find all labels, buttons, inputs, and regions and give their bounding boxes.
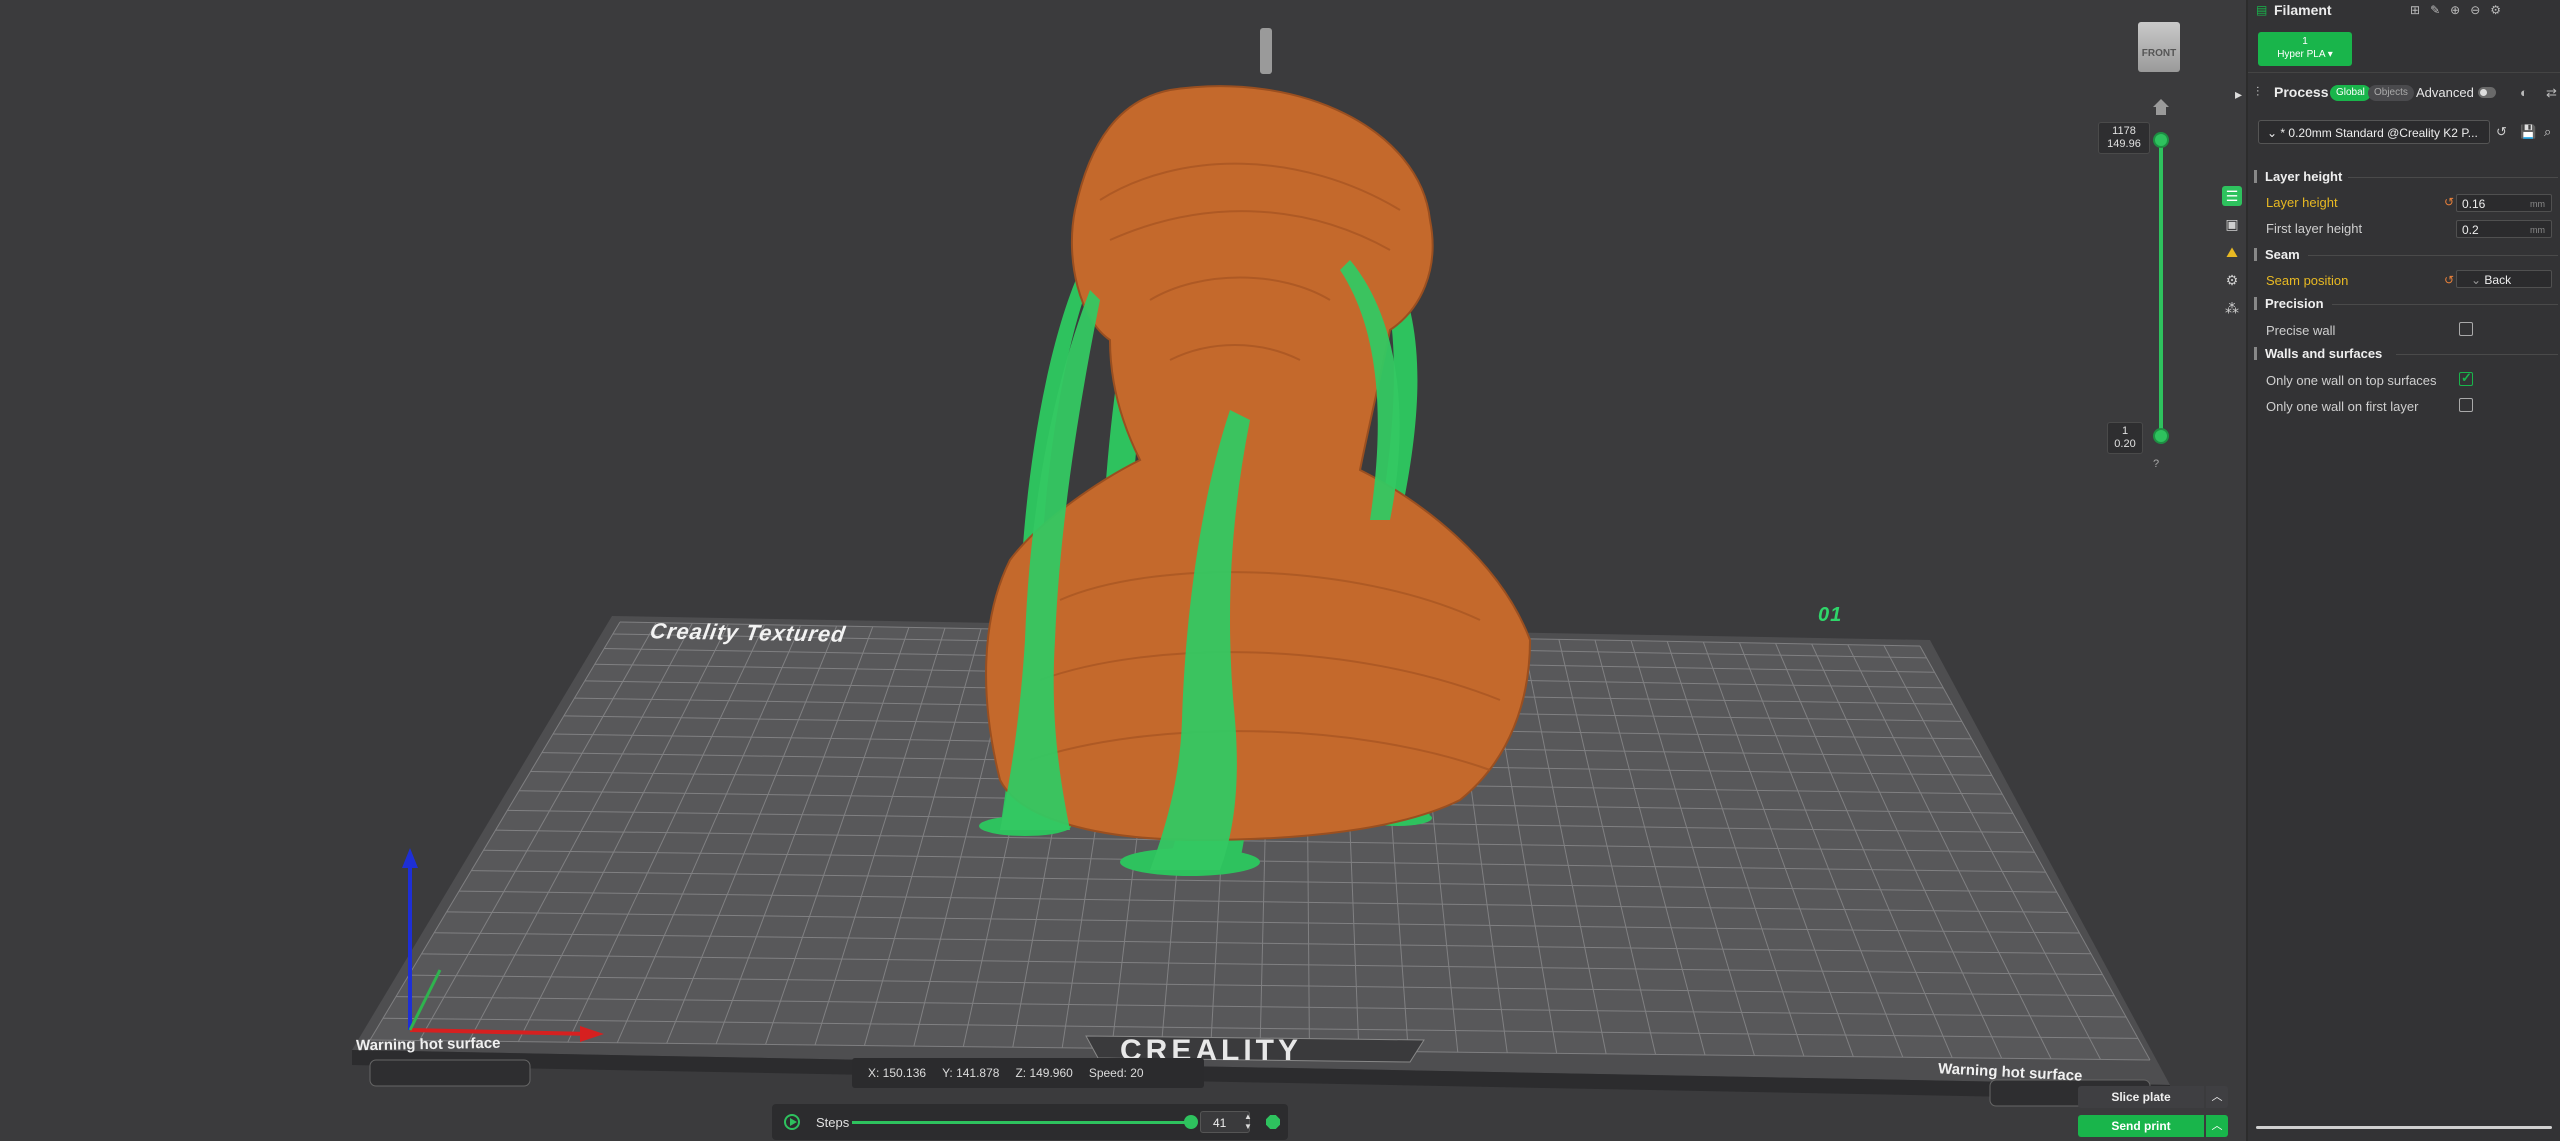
settings-icon[interactable]: ⚙ [2222, 270, 2242, 290]
filament-icon: ▤ [2256, 3, 2268, 17]
scene-render [352, 28, 2170, 1107]
layer-slider-top-knob[interactable] [2153, 132, 2169, 148]
one-wall-top-checkbox[interactable] [2459, 370, 2473, 386]
first-layer-height-value: 0.2 [2462, 223, 2479, 237]
layer-bottom-number: 1 [2121, 425, 2129, 437]
panel-scrollbar[interactable] [2256, 1126, 2552, 1129]
paint-icon[interactable]: ⛰ [2222, 242, 2242, 262]
view-cube[interactable]: FRONT [2138, 22, 2180, 72]
slider-help-icon[interactable]: ? [2153, 458, 2159, 470]
first-layer-height-input[interactable]: 0.2 mm [2456, 220, 2552, 238]
slice-plate-button[interactable]: Slice plate [2078, 1086, 2204, 1108]
process-icon: ⫶ [2256, 84, 2260, 99]
one-wall-top-label: Only one wall on top surfaces [2266, 373, 2437, 388]
layer-height-unit: mm [2530, 199, 2545, 209]
layer-slider-bottom-knob[interactable] [2153, 428, 2169, 444]
slice-dropdown-icon[interactable]: ︿ [2206, 1086, 2228, 1108]
coord-y: Y: 141.878 [942, 1066, 1000, 1080]
steps-spinner-icon[interactable]: ▲ ▼ [1244, 1112, 1252, 1132]
send-print-button[interactable]: Send print [2078, 1115, 2204, 1137]
search-icon[interactable]: ⌕ [2544, 124, 2551, 140]
seam-chevron-icon: ⌄ [2471, 273, 2485, 287]
home-icon[interactable] [2150, 96, 2172, 118]
send-dropdown-icon[interactable]: ︿ [2206, 1115, 2228, 1137]
filament-sync-icon[interactable]: ⊞ [2410, 3, 2420, 17]
layer-slider-track[interactable] [2159, 140, 2163, 436]
plate-number: 01 [1818, 604, 1843, 626]
precise-wall-label: Precise wall [2266, 323, 2336, 338]
collapse-panel-icon[interactable]: ▸ [2235, 86, 2242, 103]
objects-icon[interactable]: ⁂ [2222, 298, 2242, 318]
play-icon[interactable] [784, 1114, 800, 1130]
seam-position-label: Seam position [2266, 273, 2349, 288]
z-axis-arrow [402, 848, 418, 868]
settings-panel: ▤ Filament ⊞ ✎ ⊕ ⊖ ⚙ 1 Hyper PLA ▾ ⫶ Pro… [2246, 0, 2560, 1141]
section-walls: Walls and surfaces [2254, 347, 2382, 360]
stop-icon[interactable] [1266, 1115, 1280, 1129]
plate-view-icon[interactable]: ▣ [2222, 214, 2242, 234]
seam-position-dropdown[interactable]: ⌄ Back [2456, 270, 2552, 288]
side-toolbar: ☰ ▣ ⛰ ⚙ ⁂ [2222, 186, 2244, 326]
steps-value-input[interactable]: 41 [1200, 1111, 1250, 1133]
advanced-toggle[interactable] [2478, 87, 2496, 98]
section-layer-height: Layer height [2254, 170, 2342, 183]
coordinates-bar: X: 150.136 Y: 141.878 Z: 149.960 Speed: … [852, 1058, 1204, 1088]
coord-z: Z: 149.960 [1015, 1066, 1073, 1080]
one-wall-first-checkbox[interactable] [2459, 398, 2473, 412]
objects-tab[interactable]: Objects [2368, 85, 2414, 101]
layer-bottom-tag: 1 0.20 [2107, 422, 2143, 454]
section-precision: Precision [2254, 297, 2324, 310]
fingerprint-pad-left [369, 1059, 531, 1087]
first-layer-height-label: First layer height [2266, 221, 2363, 236]
layer-top-height: 149.96 [2107, 138, 2141, 150]
warning-left: Warning hot surface [355, 1034, 501, 1055]
steps-slider-track[interactable] [852, 1121, 1192, 1124]
process-preset-dropdown[interactable]: ⌄ * 0.20mm Standard @Creality K2 P... [2258, 120, 2490, 144]
plate-name: Creality Textured [648, 618, 848, 647]
steps-label: Steps [816, 1115, 850, 1130]
save-preset-icon[interactable]: 💾 [2520, 124, 2536, 140]
one-wall-first-label: Only one wall on first layer [2266, 399, 2419, 414]
section-seam: Seam [2254, 248, 2300, 261]
filament-add-icon[interactable]: ⊕ [2450, 3, 2460, 17]
precise-wall-checkbox[interactable] [2459, 322, 2473, 336]
first-layer-height-unit: mm [2530, 225, 2545, 235]
filament-index: 1 [2302, 36, 2308, 47]
seam-position-value: Back [2484, 273, 2512, 287]
filament-name: Hyper PLA ▾ [2277, 49, 2333, 60]
layer-top-number: 1178 [2112, 125, 2136, 137]
coord-speed: Speed: 20 [1088, 1066, 1144, 1080]
layer-height-label: Layer height [2266, 195, 2338, 210]
advanced-label: Advanced [2416, 85, 2474, 100]
filament-edit-icon[interactable]: ✎ [2430, 3, 2440, 17]
filament-title: Filament [2274, 2, 2332, 18]
expand-icon[interactable]: ⇄ [2546, 85, 2557, 101]
layer-height-value: 0.16 [2462, 197, 2486, 211]
filament-remove-icon[interactable]: ⊖ [2470, 3, 2480, 17]
layer-top-tag: 1178 149.96 [2098, 122, 2150, 154]
nozzle [1260, 28, 1272, 74]
steps-bar: Steps 41 ▲ ▼ [772, 1104, 1288, 1140]
steps-slider-knob[interactable] [1184, 1115, 1198, 1129]
layer-height-reset-icon[interactable]: ↺ [2444, 195, 2454, 209]
process-title: Process [2274, 84, 2329, 100]
preset-reset-icon[interactable]: ↺ [2496, 124, 2507, 140]
filament-settings-icon[interactable]: ⚙ [2490, 3, 2501, 17]
filament-toolbar: ⊞ ✎ ⊕ ⊖ ⚙ [2410, 3, 2501, 17]
coord-x: X: 150.136 [868, 1066, 927, 1080]
global-tab[interactable]: Global [2330, 85, 2371, 101]
layers-view-icon[interactable]: ☰ [2222, 186, 2242, 206]
compare-icon[interactable]: ◐ [2520, 85, 2528, 100]
filament-chip[interactable]: 1 Hyper PLA ▾ [2258, 32, 2352, 66]
seam-position-reset-icon[interactable]: ↺ [2444, 273, 2454, 287]
layer-bottom-height: 0.20 [2114, 438, 2136, 450]
layer-height-input[interactable]: 0.16 mm [2456, 194, 2552, 212]
3d-viewport[interactable]: Creality Textured 01 Warning hot surface… [0, 0, 2246, 1141]
